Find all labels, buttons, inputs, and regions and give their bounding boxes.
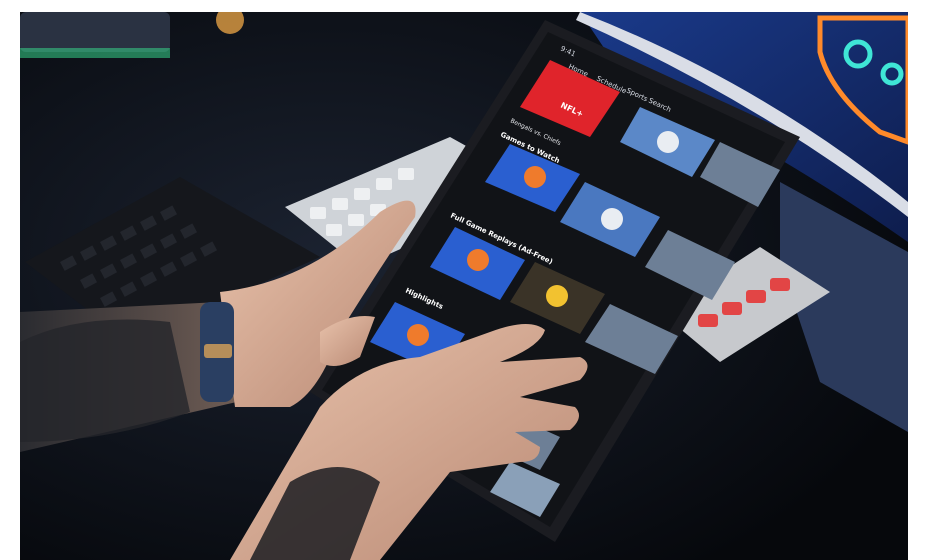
rgb-glow	[20, 48, 170, 58]
thumb-2-1-player	[467, 249, 489, 271]
rgb-light-strip	[20, 12, 170, 52]
thumb-2-2-player	[601, 208, 623, 230]
photo: 9:41 Home Schedule Sports Search NFL+ Be…	[20, 12, 908, 560]
scene-svg: 9:41 Home Schedule Sports Search NFL+ Be…	[20, 12, 908, 560]
thumb-1-1-player	[524, 166, 546, 188]
watch-clasp	[204, 344, 232, 358]
thumb-1-2-player	[657, 131, 679, 153]
thumb-3-2-player	[546, 285, 568, 307]
thumb-3-1-player	[407, 324, 429, 346]
